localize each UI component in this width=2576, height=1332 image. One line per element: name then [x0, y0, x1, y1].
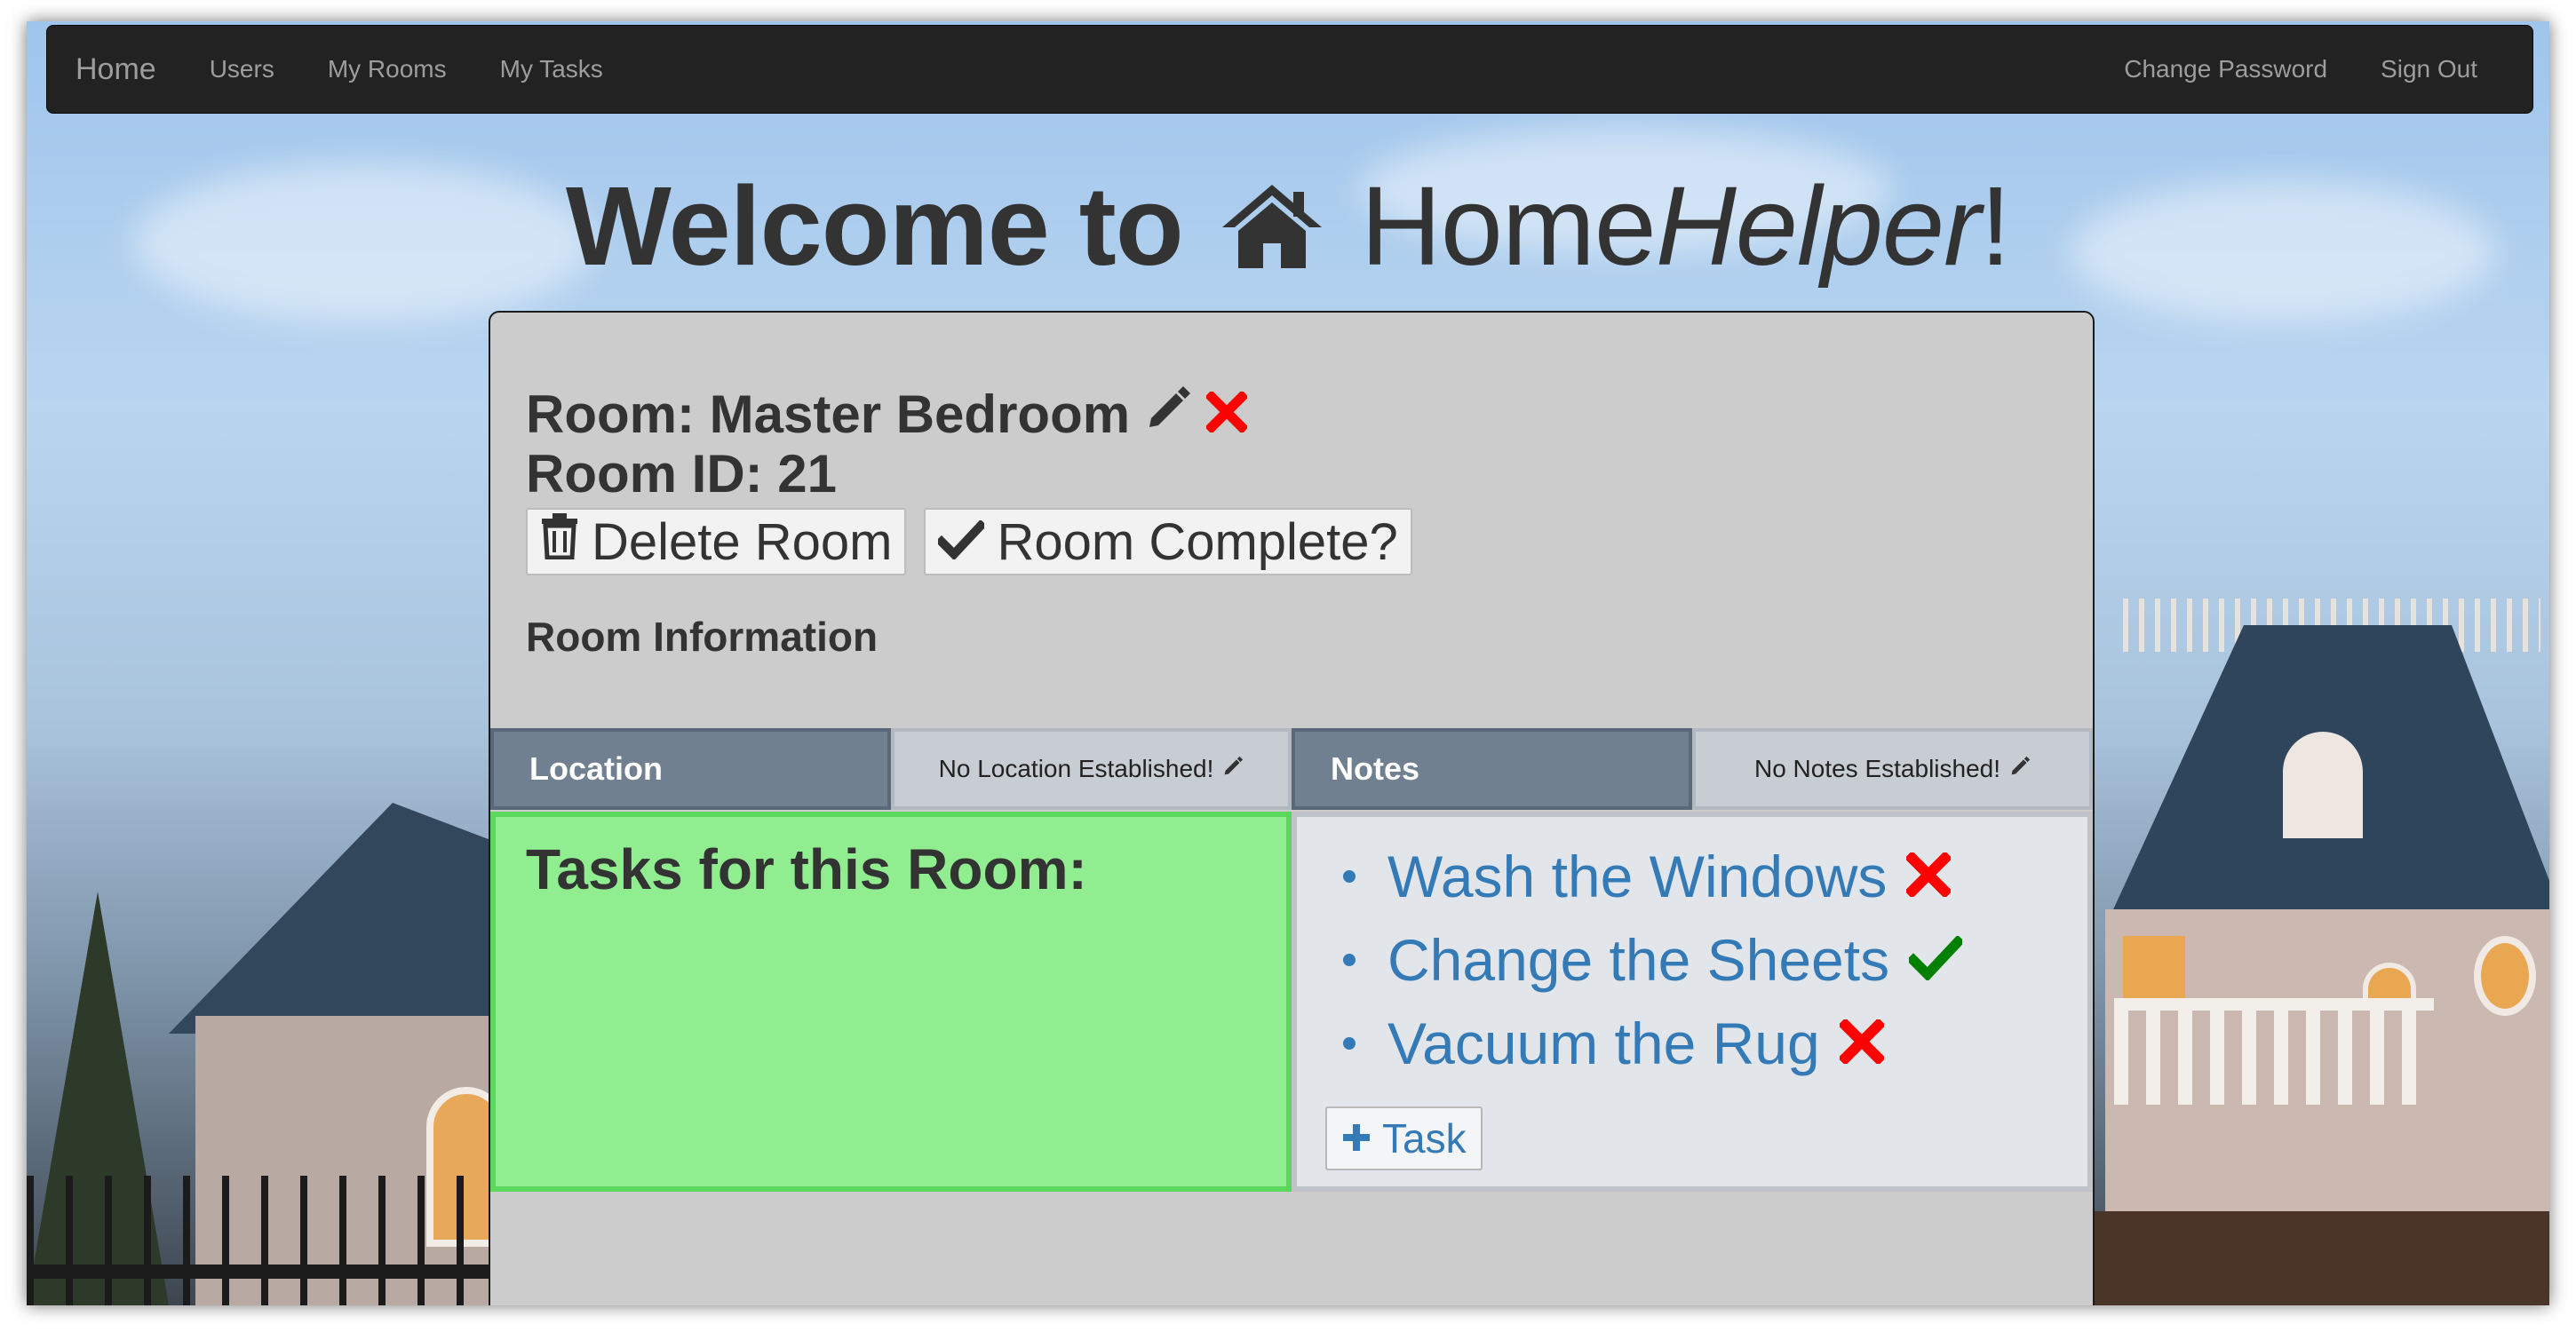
room-info-row: Location No Location Established! Notes … — [490, 728, 2093, 810]
page-title: Welcome to HomeHelper! — [27, 162, 2549, 290]
add-task-button[interactable]: Task — [1325, 1106, 1483, 1170]
tasks-heading: Tasks for this Room: — [526, 837, 1087, 901]
tasks-row: Tasks for this Room: Wash the Windows Ch… — [490, 812, 2093, 1192]
task-item: Change the Sheets — [1343, 918, 2059, 1002]
add-task-label: Task — [1382, 1115, 1467, 1162]
nav-my-tasks-link[interactable]: My Tasks — [500, 55, 603, 83]
location-header: Location — [490, 728, 891, 810]
room-title: Room: Master Bedroom — [526, 384, 1131, 444]
check-icon — [935, 512, 988, 572]
notes-value-text: No Notes Established! — [1753, 755, 2001, 782]
title-suffix: ! — [1980, 163, 2011, 289]
trash-icon — [540, 512, 579, 572]
task-list: Wash the Windows Change the Sheets Vacuu… — [1325, 835, 2059, 1085]
notes-header: Notes — [1292, 728, 1692, 810]
room-information-heading: Room Information — [526, 614, 879, 660]
background-dormer — [2283, 732, 2363, 838]
location-value-text: No Location Established! — [938, 755, 1214, 782]
nav-sign-out-link[interactable]: Sign Out — [2381, 55, 2477, 83]
home-icon — [1220, 167, 1324, 268]
location-value: No Location Established! — [891, 728, 1292, 810]
complete-check-icon[interactable] — [1906, 926, 1966, 994]
notes-value: No Notes Established! — [1692, 728, 2093, 810]
delete-room-x-icon[interactable] — [1205, 384, 1249, 445]
room-id: Room ID: 21 — [526, 444, 838, 503]
task-link[interactable]: Change the Sheets — [1387, 926, 1889, 994]
tasks-heading-panel: Tasks for this Room: — [490, 812, 1292, 1192]
title-prefix: Welcome to — [565, 163, 1184, 289]
plus-icon — [1341, 1114, 1371, 1162]
background-balcony — [2114, 998, 2434, 1105]
nav-left: Home Users My Rooms My Tasks — [76, 52, 656, 87]
nav-users-link[interactable]: Users — [210, 55, 274, 83]
tasks-list-panel: Wash the Windows Change the Sheets Vacuu… — [1292, 812, 2093, 1192]
task-item: Vacuum the Rug — [1343, 1002, 2059, 1085]
room-complete-label: Room Complete? — [997, 512, 1398, 571]
bullet-icon — [1343, 870, 1356, 883]
delete-room-label: Delete Room — [592, 512, 893, 571]
bullet-icon — [1343, 1037, 1356, 1050]
task-link[interactable]: Vacuum the Rug — [1387, 1010, 1820, 1077]
nav-right: Change Password Sign Out — [2124, 55, 2504, 83]
task-link[interactable]: Wash the Windows — [1387, 843, 1887, 910]
room-action-buttons: Delete Room Room Complete? — [526, 508, 1430, 575]
nav-home-link[interactable]: Home — [76, 52, 156, 87]
pencil-icon[interactable] — [1222, 755, 1244, 783]
incomplete-x-icon[interactable] — [1904, 843, 1953, 910]
title-brand-helper: Helper — [1655, 163, 1981, 289]
incomplete-x-icon[interactable] — [1837, 1010, 1886, 1077]
nav-my-rooms-link[interactable]: My Rooms — [328, 55, 447, 83]
nav-change-password-link[interactable]: Change Password — [2124, 55, 2327, 83]
task-item: Wash the Windows — [1343, 835, 2059, 918]
title-brand-home: Home — [1360, 163, 1657, 289]
room-header: Room: Master Bedroom Room ID: 21 Delete … — [526, 384, 1430, 661]
pencil-icon[interactable] — [2009, 755, 2031, 783]
app-window: Home Users My Rooms My Tasks Change Pass… — [27, 21, 2549, 1305]
pencil-icon[interactable] — [1144, 384, 1192, 445]
bullet-icon — [1343, 954, 1356, 966]
room-title-row: Room: Master Bedroom — [526, 384, 1430, 444]
room-complete-button[interactable]: Room Complete? — [924, 508, 1412, 575]
delete-room-button[interactable]: Delete Room — [526, 508, 907, 575]
room-panel: Room: Master Bedroom Room ID: 21 Delete … — [489, 311, 2095, 1305]
top-navbar: Home Users My Rooms My Tasks Change Pass… — [46, 25, 2533, 114]
background-window — [2474, 936, 2536, 1016]
